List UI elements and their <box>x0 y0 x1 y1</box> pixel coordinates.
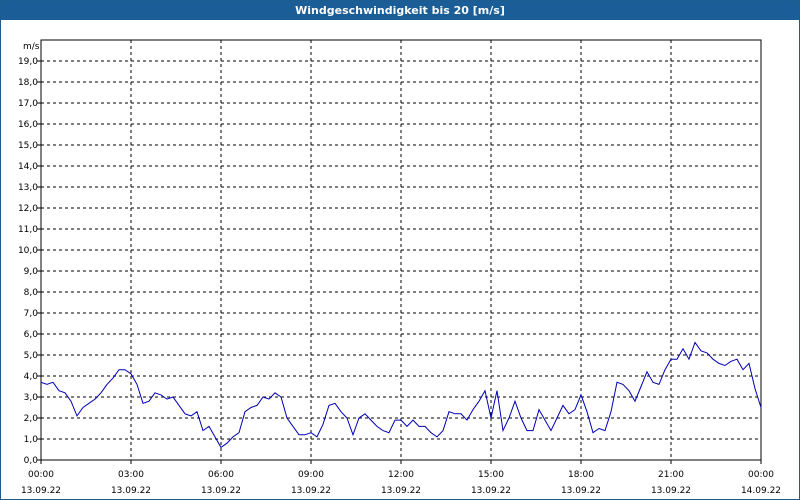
x-tick-label-time: 00:00 <box>748 470 774 480</box>
x-tick-label-date: 13.09.22 <box>111 486 151 496</box>
y-tick-label: 7,0 <box>24 309 39 319</box>
x-tick-label-time: 18:00 <box>568 470 594 480</box>
y-tick-label: 17,0 <box>18 99 38 109</box>
y-tick-label: 0,0 <box>24 456 39 466</box>
y-tick-label: 11,0 <box>18 225 38 235</box>
x-tick-label-time: 21:00 <box>658 470 684 480</box>
y-tick-label: 18,0 <box>18 78 38 88</box>
x-tick-label-date: 13.09.22 <box>651 486 691 496</box>
y-tick-label: 3,0 <box>24 393 39 403</box>
x-axis: 00:00 13.09.22 03:00 13.09.22 06:00 13.09.22 0… <box>21 460 781 496</box>
y-tick-label: 6,0 <box>24 330 39 340</box>
y-tick-label: 8,0 <box>24 288 39 298</box>
x-tick-label-time: 15:00 <box>478 470 504 480</box>
chart-window: Windgeschwindigkeit bis 20 [m/s] 0,0 1,0 2… <box>0 0 800 500</box>
x-tick-label-date: 13.09.22 <box>381 486 421 496</box>
x-tick-label-date: 13.09.22 <box>201 486 241 496</box>
chart-canvas: 0,0 1,0 2,0 3,0 4,0 5,0 6,0 7,0 8,0 9,0 10,0 11,0 12… <box>18 39 781 496</box>
y-tick-label: 14,0 <box>18 162 38 172</box>
x-tick-label-time: 00:00 <box>28 470 54 480</box>
y-axis-label: m/s <box>23 42 40 52</box>
x-tick-label-date: 13.09.22 <box>21 486 61 496</box>
x-tick-label-date: 14.09.22 <box>741 486 781 496</box>
x-tick-label-date: 13.09.22 <box>561 486 601 496</box>
x-tick-label-date: 13.09.22 <box>471 486 511 496</box>
y-tick-label: 1,0 <box>24 435 39 445</box>
y-tick-label: 13,0 <box>18 183 38 193</box>
x-tick-label-date: 13.09.22 <box>291 486 331 496</box>
y-tick-label: 12,0 <box>18 204 38 214</box>
x-tick-label-time: 09:00 <box>298 470 324 480</box>
y-tick-label: 9,0 <box>24 267 39 277</box>
y-tick-label: 2,0 <box>24 414 39 424</box>
grid-lines <box>41 40 761 460</box>
x-tick-label-time: 06:00 <box>208 470 234 480</box>
x-tick-label-time: 03:00 <box>118 470 144 480</box>
y-tick-label: 10,0 <box>18 246 38 256</box>
y-tick-label: 4,0 <box>24 372 39 382</box>
y-tick-label: 15,0 <box>18 141 38 151</box>
x-tick-label-time: 12:00 <box>388 470 414 480</box>
y-tick-label: 19,0 <box>18 57 38 67</box>
y-axis: 0,0 1,0 2,0 3,0 4,0 5,0 6,0 7,0 8,0 9,0 10,0 11,0 12… <box>18 57 41 466</box>
y-tick-label: 16,0 <box>18 120 38 130</box>
y-tick-label: 5,0 <box>24 351 39 361</box>
